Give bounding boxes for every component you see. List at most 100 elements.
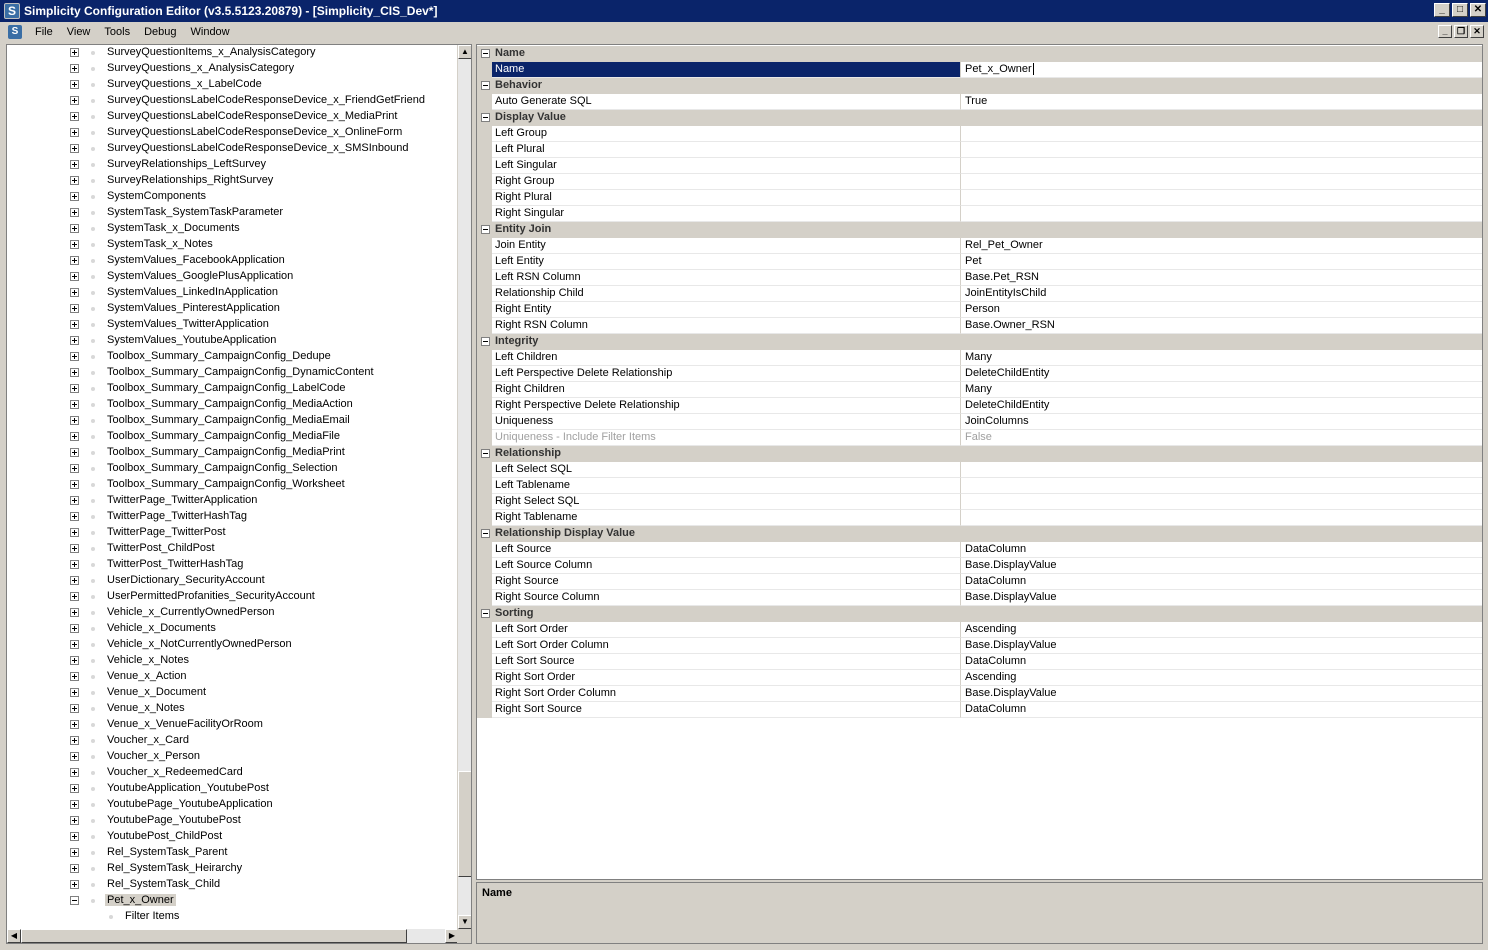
expand-plus-icon[interactable] [70, 800, 79, 809]
property-row[interactable]: Right Sort Order Column Base.DisplayValue [477, 686, 1482, 702]
expand-plus-icon[interactable] [70, 400, 79, 409]
expand-plus-icon[interactable] [70, 832, 79, 841]
property-value[interactable] [961, 126, 1482, 142]
tree-item[interactable]: SurveyQuestions_x_AnalysisCategory [7, 61, 459, 77]
property-row[interactable]: Left Tablename [477, 478, 1482, 494]
property-category[interactable]: Relationship [477, 446, 1482, 462]
property-name[interactable]: Left Group [492, 126, 961, 142]
menu-tools[interactable]: Tools [97, 26, 137, 38]
close-button[interactable]: ✕ [1470, 3, 1486, 17]
expand-plus-icon[interactable] [70, 416, 79, 425]
expand-plus-icon[interactable] [70, 464, 79, 473]
tree-item[interactable]: Rel_SystemTask_Heirarchy [7, 861, 459, 877]
property-row[interactable]: Left Sort Order Ascending [477, 622, 1482, 638]
property-row[interactable]: Name Pet_x_Owner [477, 62, 1482, 78]
tree-item[interactable]: UserDictionary_SecurityAccount [7, 573, 459, 589]
expand-plus-icon[interactable] [70, 320, 79, 329]
property-row[interactable]: Left RSN Column Base.Pet_RSN [477, 270, 1482, 286]
property-name[interactable]: Right Plural [492, 190, 961, 206]
tree-item[interactable]: SurveyQuestionsLabelCodeResponseDevice_x… [7, 141, 459, 157]
property-category[interactable]: Relationship Display Value [477, 526, 1482, 542]
property-name[interactable]: Right Singular [492, 206, 961, 222]
expand-plus-icon[interactable] [70, 656, 79, 665]
property-name[interactable]: Right Select SQL [492, 494, 961, 510]
property-name[interactable]: Uniqueness - Include Filter Items [492, 430, 961, 446]
expand-plus-icon[interactable] [70, 512, 79, 521]
maximize-button[interactable]: □ [1452, 3, 1468, 17]
scroll-left-arrow-icon[interactable]: ◀ [7, 929, 21, 943]
property-name[interactable]: Auto Generate SQL [492, 94, 961, 110]
tree-item[interactable]: Venue_x_Document [7, 685, 459, 701]
expand-plus-icon[interactable] [70, 128, 79, 137]
property-value[interactable]: Base.DisplayValue [961, 590, 1482, 606]
property-value[interactable] [961, 478, 1482, 494]
property-name[interactable]: Right Tablename [492, 510, 961, 526]
expand-plus-icon[interactable] [70, 880, 79, 889]
property-category[interactable]: Behavior [477, 78, 1482, 94]
expand-plus-icon[interactable] [70, 704, 79, 713]
property-row[interactable]: Auto Generate SQL True [477, 94, 1482, 110]
tree-item[interactable]: Vehicle_x_Notes [7, 653, 459, 669]
tree-item[interactable]: YoutubePage_YoutubeApplication [7, 797, 459, 813]
property-value[interactable]: DataColumn [961, 574, 1482, 590]
property-name[interactable]: Left Plural [492, 142, 961, 158]
property-row[interactable]: Left Group [477, 126, 1482, 142]
property-name[interactable]: Name [492, 62, 961, 78]
property-name[interactable]: Left Children [492, 350, 961, 366]
expand-plus-icon[interactable] [70, 496, 79, 505]
expand-plus-icon[interactable] [70, 304, 79, 313]
property-name[interactable]: Left Source [492, 542, 961, 558]
property-name[interactable]: Left Sort Order Column [492, 638, 961, 654]
property-row[interactable]: Uniqueness - Include Filter Items False [477, 430, 1482, 446]
tree-item[interactable]: Toolbox_Summary_CampaignConfig_LabelCode [7, 381, 459, 397]
collapse-minus-icon[interactable] [481, 49, 490, 58]
tree-item[interactable]: TwitterPost_ChildPost [7, 541, 459, 557]
expand-plus-icon[interactable] [70, 368, 79, 377]
mdi-minimize-button[interactable]: _ [1438, 25, 1452, 38]
property-name[interactable]: Join Entity [492, 238, 961, 254]
expand-plus-icon[interactable] [70, 736, 79, 745]
expand-plus-icon[interactable] [70, 608, 79, 617]
expand-plus-icon[interactable] [70, 352, 79, 361]
property-value[interactable]: Base.DisplayValue [961, 558, 1482, 574]
property-name[interactable]: Left Perspective Delete Relationship [492, 366, 961, 382]
expand-plus-icon[interactable] [70, 544, 79, 553]
expand-plus-icon[interactable] [70, 160, 79, 169]
property-name[interactable]: Right Sort Order [492, 670, 961, 686]
property-row[interactable]: Right Children Many [477, 382, 1482, 398]
expand-plus-icon[interactable] [70, 176, 79, 185]
property-value[interactable] [961, 510, 1482, 526]
property-category[interactable]: Sorting [477, 606, 1482, 622]
mdi-restore-button[interactable]: ❐ [1454, 25, 1468, 38]
property-category[interactable]: Entity Join [477, 222, 1482, 238]
property-value[interactable]: Ascending [961, 622, 1482, 638]
tree-item[interactable]: Voucher_x_Card [7, 733, 459, 749]
property-row[interactable]: Left Sort Source DataColumn [477, 654, 1482, 670]
property-row[interactable]: Right Sort Order Ascending [477, 670, 1482, 686]
property-name[interactable]: Left Select SQL [492, 462, 961, 478]
property-row[interactable]: Left Select SQL [477, 462, 1482, 478]
tree-item[interactable]: SurveyQuestionsLabelCodeResponseDevice_x… [7, 125, 459, 141]
property-row[interactable]: Left Plural [477, 142, 1482, 158]
property-row[interactable]: Left Source Column Base.DisplayValue [477, 558, 1482, 574]
expand-plus-icon[interactable] [70, 592, 79, 601]
expand-plus-icon[interactable] [70, 432, 79, 441]
property-name[interactable]: Left Singular [492, 158, 961, 174]
property-row[interactable]: Right Perspective Delete Relationship Del… [477, 398, 1482, 414]
collapse-minus-icon[interactable] [481, 337, 490, 346]
property-value[interactable]: Base.Owner_RSN [961, 318, 1482, 334]
property-value[interactable]: Base.DisplayValue [961, 686, 1482, 702]
mdi-close-button[interactable]: ✕ [1470, 25, 1484, 38]
property-name[interactable]: Right Children [492, 382, 961, 398]
property-row[interactable]: Right Entity Person [477, 302, 1482, 318]
expand-plus-icon[interactable] [70, 272, 79, 281]
property-name[interactable]: Left Sort Source [492, 654, 961, 670]
expand-plus-icon[interactable] [70, 48, 79, 57]
scroll-up-arrow-icon[interactable]: ▲ [458, 45, 471, 59]
expand-plus-icon[interactable] [70, 688, 79, 697]
tree-item[interactable]: Rel_SystemTask_Child [7, 877, 459, 893]
menu-view[interactable]: View [60, 26, 98, 38]
tree-item[interactable]: YoutubePage_YoutubePost [7, 813, 459, 829]
property-row[interactable]: Relationship Child JoinEntityIsChild [477, 286, 1482, 302]
property-value[interactable]: Base.Pet_RSN [961, 270, 1482, 286]
